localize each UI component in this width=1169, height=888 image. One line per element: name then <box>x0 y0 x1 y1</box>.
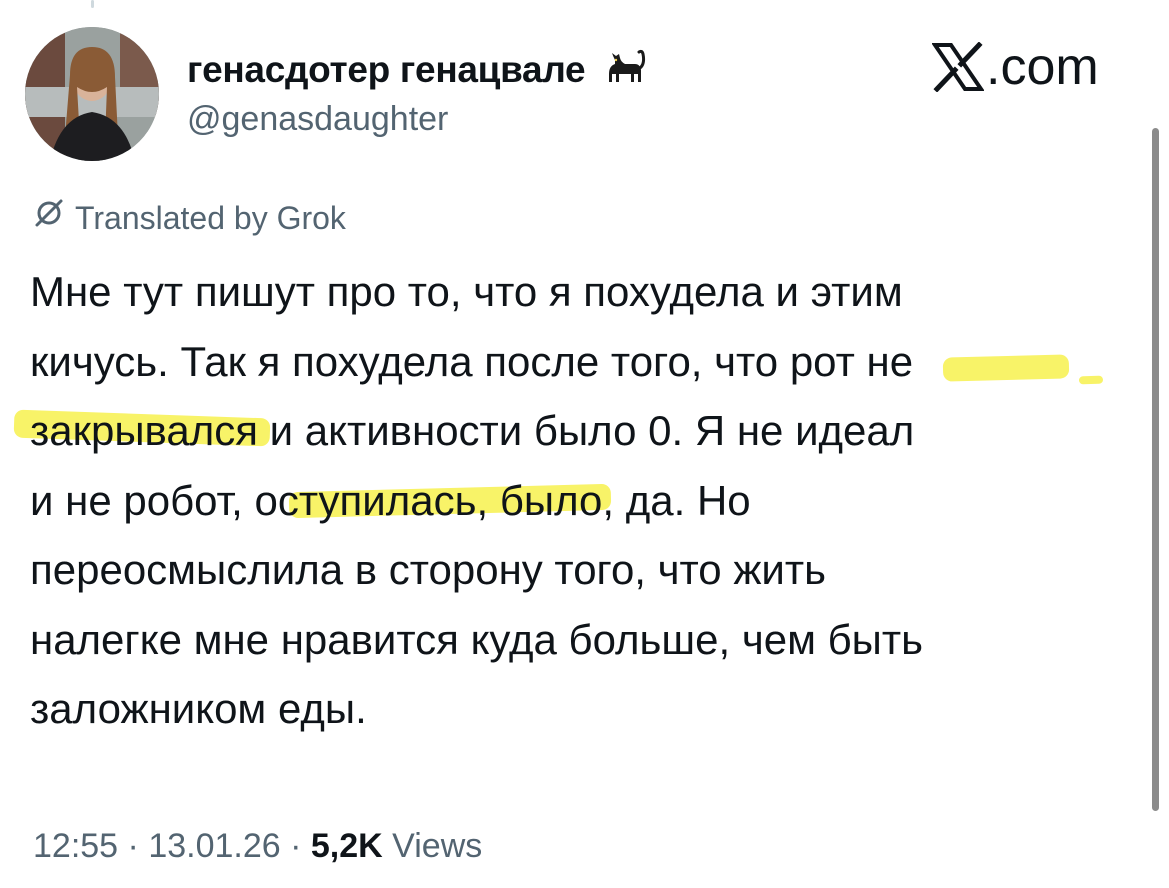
tweet-text-line: налегке мне нравится куда больше, чем бы… <box>30 615 923 663</box>
x-brand: .com <box>931 36 1099 98</box>
tweet-text-line: и не робот, оступилась, было, да. Но <box>30 476 751 524</box>
x-logo-icon <box>931 41 985 93</box>
author-display-name-row[interactable]: генасдотер генацвале <box>187 44 647 99</box>
translation-label: Translated by Grok <box>75 200 346 236</box>
author-handle[interactable]: @genasdaughter <box>187 97 448 141</box>
translation-notice[interactable]: Translated by Grok <box>33 196 346 240</box>
tweet-date[interactable]: 13.01.26 <box>148 827 280 865</box>
meta-separator: · <box>280 827 311 865</box>
avatar[interactable] <box>25 27 159 161</box>
tweet-meta: 12:55 · 13.01.26 · 5,2K Views <box>33 822 482 870</box>
black-cat-icon <box>603 44 647 99</box>
translate-slash-icon <box>33 196 65 240</box>
tweet-text-line: Мне тут пишут про то, что я похудела и э… <box>30 268 903 315</box>
meta-separator: · <box>118 827 149 865</box>
brand-domain: .com <box>986 38 1099 96</box>
tweet-text-line: кичусь. Так я похудела после того, что р… <box>30 337 914 385</box>
tweet-time[interactable]: 12:55 <box>33 827 118 865</box>
scrollbar[interactable] <box>1152 128 1159 811</box>
avatar-photo <box>25 27 159 161</box>
tweet-text-line: переосмыслила в сторону того, что жить <box>30 546 826 593</box>
views-count: 5,2K <box>310 827 383 865</box>
views-label: Views <box>382 827 483 865</box>
tweet-text-line: закрывался и активности было 0. Я не иде… <box>30 407 915 454</box>
thread-connector-line <box>91 0 94 8</box>
tweet-text: Мне тут пишут про то, что я похудела и э… <box>30 257 1140 744</box>
tweet-text-line: заложником еды. <box>30 685 367 732</box>
author-display-name[interactable]: генасдотер генацвале <box>187 49 586 90</box>
